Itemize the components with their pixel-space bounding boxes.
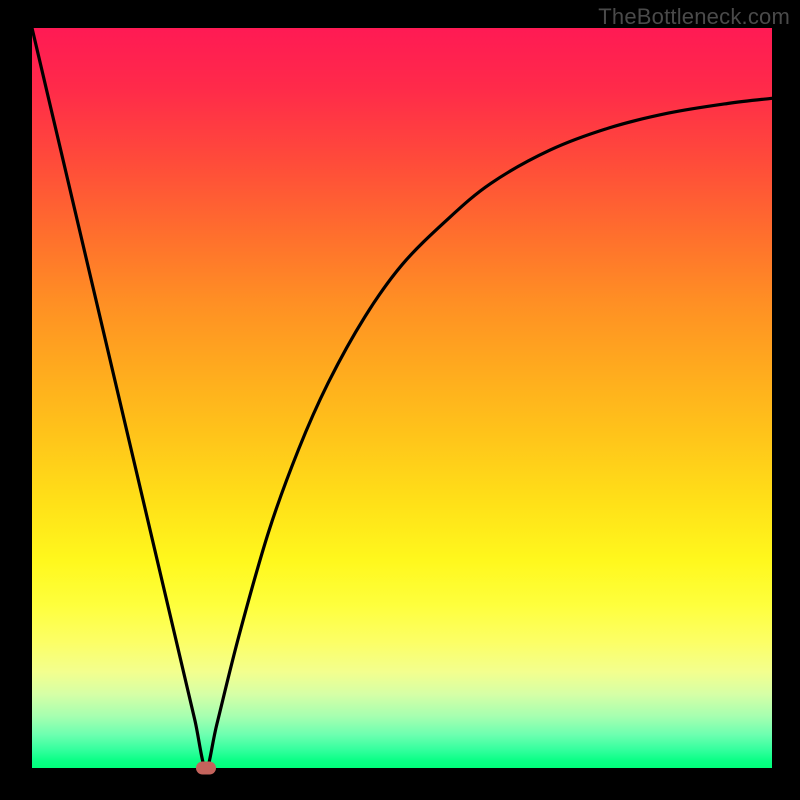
chart-frame: TheBottleneck.com [0, 0, 800, 800]
plot-area [32, 28, 772, 768]
optimal-point-marker [196, 762, 216, 775]
watermark-text: TheBottleneck.com [598, 4, 790, 30]
bottleneck-curve [32, 28, 772, 768]
